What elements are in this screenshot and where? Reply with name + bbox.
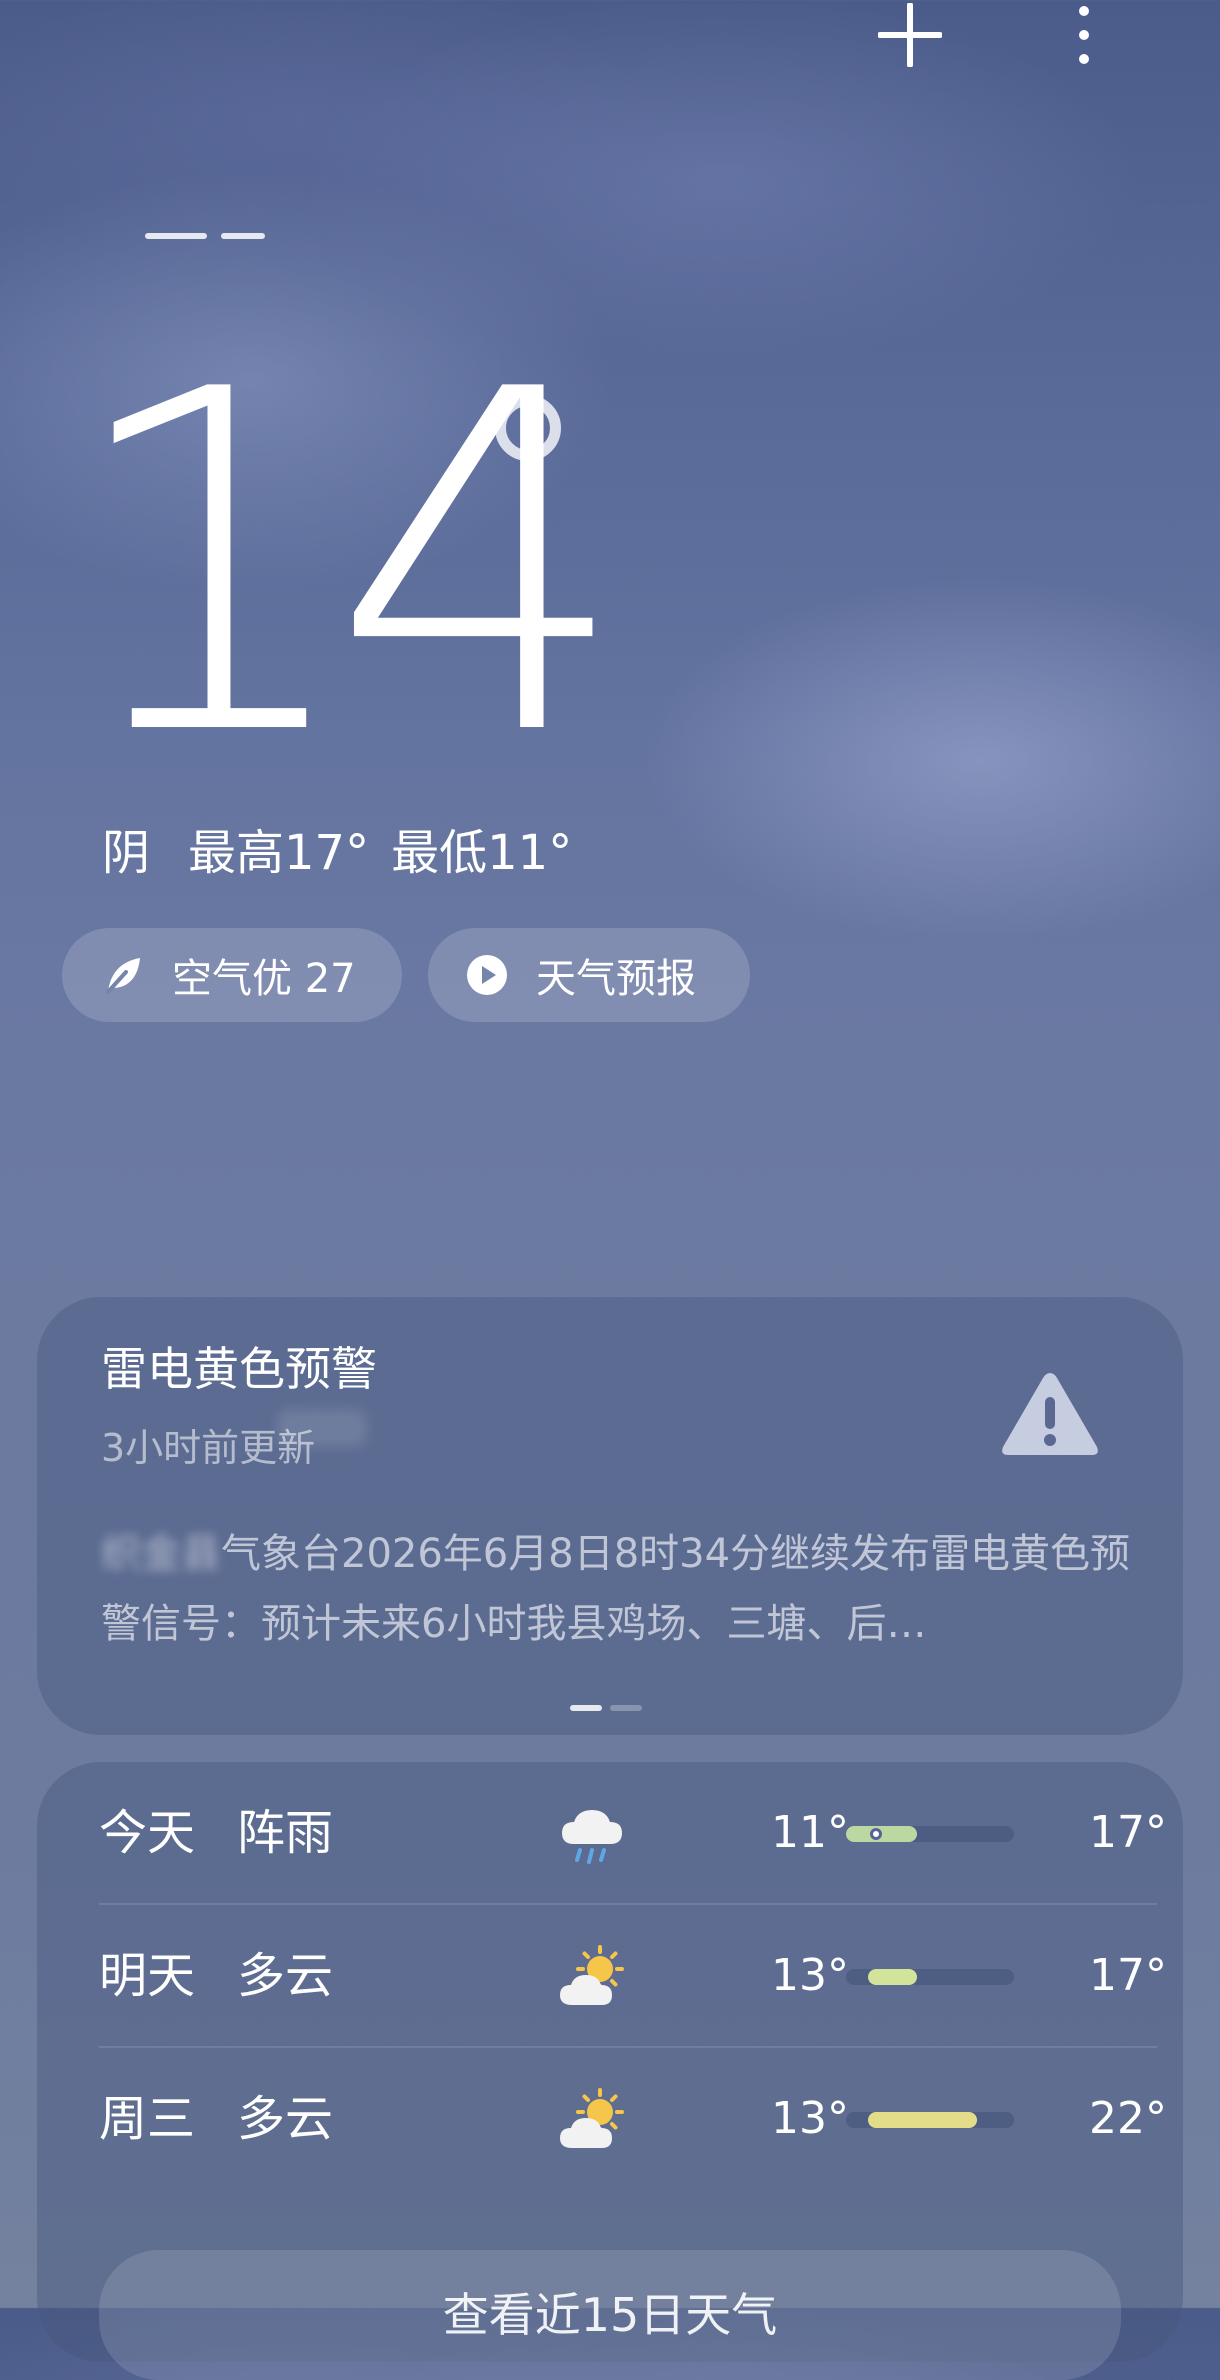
partly-cloudy-icon bbox=[556, 1943, 628, 2011]
alert-text: 气象台2026年6月8日8时34分继续发布雷电黄色预警信号：预计未来6小时我县鸡… bbox=[101, 1531, 1131, 1647]
forecast-condition: 多云 bbox=[237, 1948, 334, 2004]
temperature-range-bar bbox=[846, 1826, 1014, 1842]
add-city-button[interactable] bbox=[870, 0, 950, 70]
pager-dot-active bbox=[570, 1705, 602, 1711]
weather-forecast-button[interactable]: 天气预报 bbox=[428, 928, 750, 1022]
forecast-low: 11° bbox=[771, 1807, 849, 1858]
plus-icon bbox=[878, 3, 942, 67]
forecast-condition: 多云 bbox=[237, 2091, 334, 2147]
today-summary: 阴最高17° 最低11° bbox=[102, 820, 572, 886]
rain-cloud-icon bbox=[556, 1800, 628, 1868]
forecast-low: 13° bbox=[771, 2093, 849, 2144]
pager-dot bbox=[610, 1705, 642, 1711]
alert-updated-time: 3小时前更新 bbox=[101, 1426, 316, 1470]
forecast-day-row[interactable]: 今天 阵雨 11° 17° bbox=[99, 1762, 1167, 1905]
leaf-icon bbox=[100, 952, 146, 998]
degree-symbol bbox=[495, 395, 561, 461]
air-quality-button[interactable]: 空气优 27 bbox=[62, 928, 402, 1022]
forecast-high: 22° bbox=[1089, 2093, 1167, 2144]
air-quality-label: 空气优 27 bbox=[172, 956, 356, 1002]
more-vertical-icon bbox=[1079, 6, 1089, 64]
current-condition: 阴 bbox=[102, 825, 151, 881]
weather-forecast-label: 天气预报 bbox=[536, 956, 696, 1002]
weather-alert-card[interactable]: 雷电黄色预警 3小时前更新 织金县气象台2026年6月8日8时34分继续发布雷电… bbox=[37, 1297, 1183, 1735]
fifteen-day-forecast-button[interactable]: 查看近15日天气 bbox=[99, 2250, 1121, 2380]
forecast-high: 17° bbox=[1089, 1950, 1167, 2001]
forecast-day-name: 今天 bbox=[99, 1805, 196, 1861]
temperature-range-fill bbox=[867, 2112, 978, 2128]
forecast-day-name: 明天 bbox=[99, 1948, 196, 2004]
warning-triangle-icon bbox=[1002, 1373, 1098, 1455]
partly-cloudy-icon bbox=[556, 2086, 628, 2154]
temperature-range-bar bbox=[846, 1969, 1014, 1985]
forecast-low: 13° bbox=[771, 1950, 849, 2001]
temperature-range-fill bbox=[867, 1969, 917, 1985]
forecast-day-row[interactable]: 周三 多云 13° 22° bbox=[99, 2048, 1167, 2191]
location-name[interactable] bbox=[145, 228, 265, 244]
alert-issuer: 织金县 bbox=[101, 1531, 221, 1577]
temperature-range-bar bbox=[846, 2112, 1014, 2128]
more-options-button[interactable] bbox=[1044, 0, 1124, 70]
forecast-high: 17° bbox=[1089, 1807, 1167, 1858]
play-icon bbox=[464, 952, 510, 998]
alert-title: 雷电黄色预警 bbox=[101, 1342, 377, 1396]
forecast-condition: 阵雨 bbox=[237, 1805, 334, 1861]
daily-forecast-card: 今天 阵雨 11° 17° 明天 多云 13° 17° 周三 多云 13° 22° 查看近15日天气 bbox=[37, 1762, 1183, 2380]
alert-pager bbox=[570, 1705, 642, 1711]
high-temperature: 最高17° bbox=[188, 825, 370, 881]
forecast-day-name: 周三 bbox=[99, 2091, 196, 2147]
forecast-day-row[interactable]: 明天 多云 13° 17° bbox=[99, 1905, 1167, 2048]
low-temperature: 最低11° bbox=[391, 825, 573, 881]
alert-description: 织金县气象台2026年6月8日8时34分继续发布雷电黄色预警信号：预计未来6小时… bbox=[101, 1519, 1161, 1659]
